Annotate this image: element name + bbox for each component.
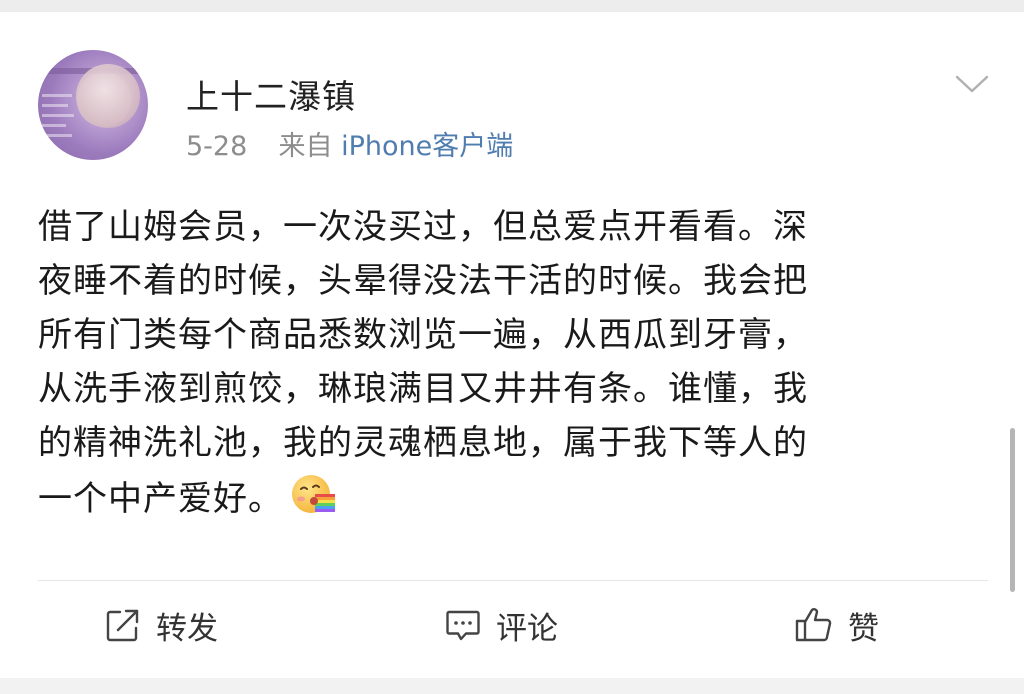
scrollbar[interactable]: [1010, 428, 1015, 592]
top-strip: [0, 0, 1024, 12]
post-body-line: 夜睡不着的时候，头晕得没法干活的时候。我会把: [38, 261, 808, 301]
source-app-link[interactable]: iPhone客户端: [341, 131, 513, 162]
post-body-line: 一个中产爱好。: [38, 479, 283, 519]
post-body-line: 所有门类每个商品悉数浏览一遍，从西瓜到牙膏，: [38, 315, 808, 355]
post-meta: 5-28 来自 iPhone客户端: [186, 124, 513, 163]
post-body-line: 的精神洗礼池，我的灵魂栖息地，属于我下等人的: [38, 423, 808, 463]
comment-button[interactable]: 评论: [444, 600, 558, 650]
comment-label: 评论: [496, 610, 558, 647]
post-body-line: 借了山姆会员，一次没买过，但总爱点开看看。深: [38, 207, 808, 247]
thumbs-up-icon: [795, 608, 832, 642]
post-card: 上十二瀑镇 5-28 来自 iPhone客户端 借了山姆会员，一次没买过，但总爱…: [0, 12, 1024, 678]
rainbow-vomit-emoji-icon: [292, 475, 335, 513]
post-date: 5-28: [186, 131, 248, 162]
comment-icon: [446, 610, 480, 641]
avatar[interactable]: [38, 50, 148, 160]
post-body-line: 从洗手液到煎饺，琳琅满目又井井有条。谁懂，我: [38, 369, 808, 409]
like-button[interactable]: 赞: [794, 600, 879, 650]
like-label: 赞: [848, 610, 879, 647]
post-body: 借了山姆会员，一次没买过，但总爱点开看看。深 夜睡不着的时候，头晕得没法干活的时…: [38, 200, 988, 526]
source-prefix: 来自: [278, 131, 333, 162]
repost-label: 转发: [156, 610, 218, 647]
chevron-down-icon[interactable]: [954, 72, 990, 96]
repost-button[interactable]: 转发: [104, 600, 218, 650]
username[interactable]: 上十二瀑镇: [186, 70, 356, 118]
repost-icon: [106, 609, 139, 642]
divider: [38, 580, 988, 581]
post-body-last-line: 一个中产爱好。: [38, 470, 988, 526]
